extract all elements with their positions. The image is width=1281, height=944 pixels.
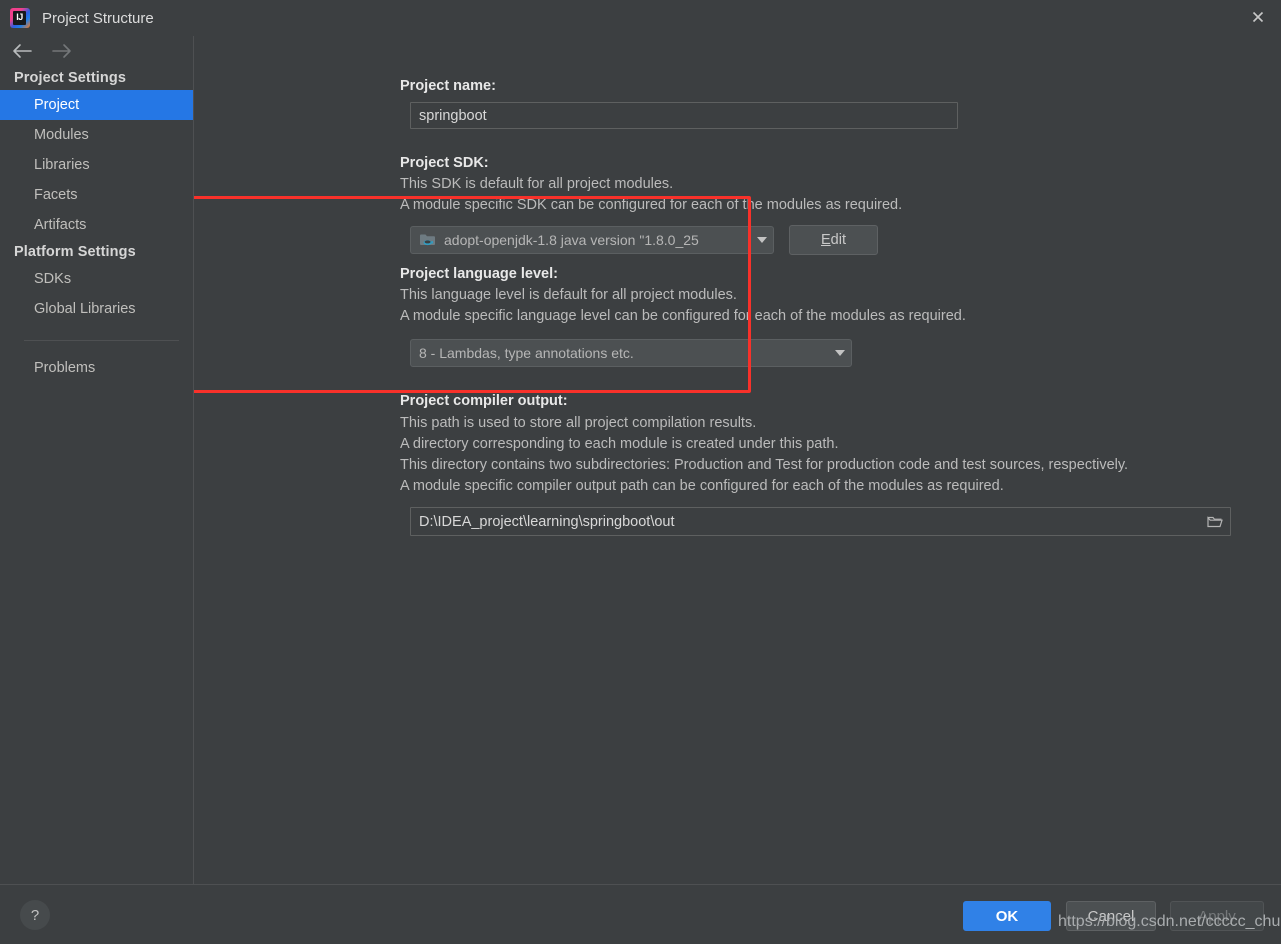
compiler-output-desc-4: A module specific compiler output path c… — [400, 478, 1004, 494]
sidebar-item-global-libraries[interactable]: Global Libraries — [0, 294, 193, 324]
logo-text: IJ — [16, 12, 23, 22]
sidebar-item-libraries[interactable]: Libraries — [0, 150, 193, 180]
title-bar: IJ Project Structure — [0, 0, 1281, 36]
sidebar-item-label: Modules — [34, 127, 89, 143]
folder-open-icon[interactable] — [1200, 508, 1230, 535]
compiler-output-path-field[interactable]: D:\IDEA_project\learning\springboot\out — [410, 507, 1231, 536]
close-icon[interactable] — [1235, 0, 1281, 34]
language-level-dropdown[interactable]: 8 - Lambdas, type annotations etc. — [410, 339, 852, 367]
project-settings-panel: Project name: Project SDK: This SDK is d… — [194, 36, 1281, 884]
project-sdk-dropdown[interactable]: adopt-openjdk-1.8 java version "1.8.0_25 — [410, 226, 774, 254]
project-name-input[interactable] — [410, 102, 958, 129]
cancel-button[interactable]: Cancel — [1066, 901, 1156, 931]
sidebar-item-label: Libraries — [34, 157, 90, 173]
project-sdk-desc-1: This SDK is default for all project modu… — [400, 176, 674, 192]
compiler-output-desc-1: This path is used to store all project c… — [400, 415, 757, 431]
ok-button-label: OK — [995, 907, 1019, 925]
compiler-output-desc-3: This directory contains two subdirectori… — [400, 457, 1129, 473]
project-sdk-label: Project SDK: — [400, 155, 489, 171]
compiler-output-path-value: D:\IDEA_project\learning\springboot\out — [419, 513, 675, 530]
navigation-arrows — [0, 36, 193, 66]
project-structure-dialog: IJ Project Structure Project Settings Pr… — [0, 0, 1281, 944]
edit-button-rest: dit — [830, 232, 846, 248]
project-name-label: Project name: — [400, 78, 496, 94]
help-button[interactable]: ? — [20, 900, 50, 930]
sidebar-item-label: SDKs — [34, 271, 72, 287]
sidebar-item-label: Artifacts — [34, 217, 87, 233]
sidebar-item-label: Facets — [34, 187, 78, 203]
sidebar-item-project[interactable]: Project — [0, 90, 193, 120]
language-level-label: Project language level: — [400, 266, 558, 282]
apply-button-label: Apply — [1198, 907, 1236, 925]
sidebar-item-sdks[interactable]: SDKs — [0, 264, 193, 294]
sidebar-item-artifacts[interactable]: Artifacts — [0, 210, 193, 240]
language-level-desc-2: A module specific language level can be … — [400, 308, 966, 324]
sidebar-group-project-settings: Project Settings — [14, 70, 126, 86]
arrow-right-icon[interactable] — [50, 43, 74, 59]
chevron-down-icon — [835, 350, 845, 356]
language-level-value: 8 - Lambdas, type annotations etc. — [419, 345, 634, 361]
cancel-button-label: Cancel — [1087, 907, 1135, 925]
sidebar-item-problems[interactable]: Problems — [0, 353, 193, 383]
question-mark-icon: ? — [30, 906, 40, 924]
chevron-down-icon — [757, 237, 767, 243]
sidebar-item-label: Project — [34, 97, 80, 113]
language-level-desc-1: This language level is default for all p… — [400, 287, 737, 303]
project-sdk-value: adopt-openjdk-1.8 java version "1.8.0_25 — [444, 232, 699, 248]
ok-button[interactable]: OK — [963, 901, 1051, 931]
sidebar-item-label: Problems — [34, 360, 96, 376]
window-title: Project Structure — [42, 9, 154, 27]
sidebar-item-facets[interactable]: Facets — [0, 180, 193, 210]
sidebar-item-label: Global Libraries — [34, 301, 136, 317]
sidebar-group-platform-settings: Platform Settings — [14, 244, 136, 260]
java-sdk-folder-icon — [419, 232, 437, 248]
sidebar-item-modules[interactable]: Modules — [0, 120, 193, 150]
settings-sidebar: Project Settings Project Modules Librari… — [0, 36, 194, 884]
compiler-output-desc-2: A directory corresponding to each module… — [400, 436, 839, 452]
edit-sdk-button[interactable]: Edit — [789, 225, 878, 255]
project-sdk-desc-2: A module specific SDK can be configured … — [400, 197, 903, 213]
edit-button-mnemonic: E — [821, 232, 831, 248]
apply-button[interactable]: Apply — [1170, 901, 1264, 931]
sidebar-divider — [24, 340, 179, 341]
arrow-left-icon[interactable] — [10, 43, 34, 59]
compiler-output-label: Project compiler output: — [400, 393, 568, 409]
dialog-body: Project Settings Project Modules Librari… — [0, 36, 1281, 884]
intellij-idea-logo-icon: IJ — [10, 8, 30, 28]
